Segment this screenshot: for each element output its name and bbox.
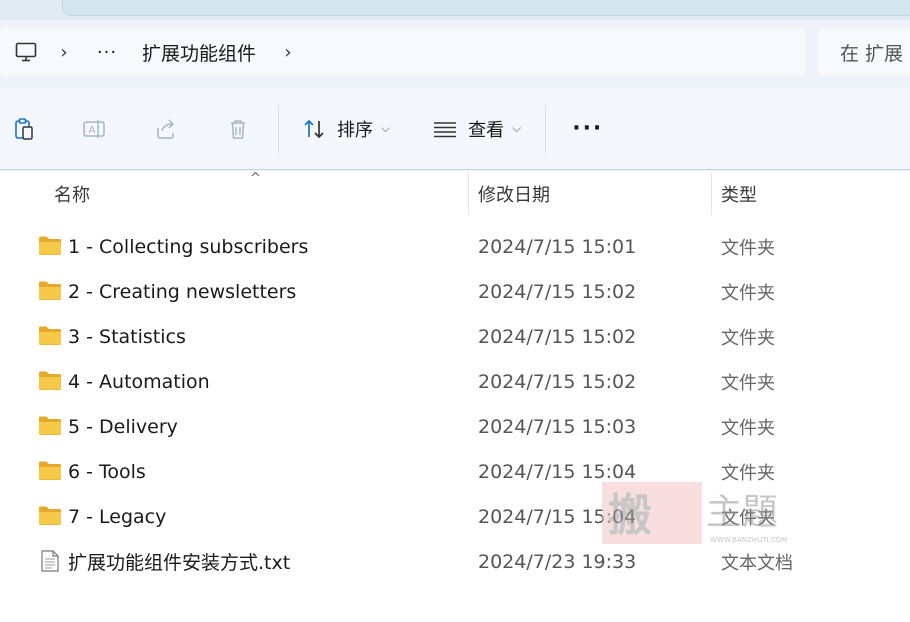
file-name: 2 - Creating newsletters: [68, 280, 297, 303]
file-rows: 1 - Collecting subscribers 2024/7/15 15:…: [0, 224, 910, 584]
column-divider[interactable]: [711, 173, 712, 215]
svg-text:A: A: [89, 125, 96, 136]
file-list-pane: ^ 名称 修改日期 类型 1 - Collecting subscribers …: [0, 171, 910, 622]
sort-ascending-icon: ^: [250, 171, 261, 186]
file-modified: 2024/7/15 15:02: [478, 280, 637, 303]
file-modified: 2024/7/15 15:03: [478, 415, 637, 438]
breadcrumb-current-folder[interactable]: 扩展功能组件: [128, 28, 266, 76]
address-row: › ··· 扩展功能组件 › 在 扩展: [0, 26, 910, 78]
file-row[interactable]: 1 - Collecting subscribers 2024/7/15 15:…: [0, 224, 910, 269]
file-type: 文本文档: [721, 552, 793, 574]
chevron-down-icon: ⌵: [381, 121, 391, 135]
sort-label: 排序: [337, 119, 373, 141]
file-modified: 2024/7/15 15:01: [478, 235, 637, 258]
sort-icon: [304, 119, 324, 138]
column-header-name[interactable]: 名称: [54, 171, 90, 217]
sort-button[interactable]: 排序 ⌵: [291, 105, 400, 153]
file-name: 5 - Delivery: [68, 415, 178, 438]
column-header-modified[interactable]: 修改日期: [478, 171, 550, 217]
chevron-down-icon: ⌵: [512, 121, 522, 135]
file-type: 文件夹: [721, 372, 775, 394]
text-file-icon: [41, 550, 59, 572]
breadcrumb[interactable]: › ··· 扩展功能组件 ›: [0, 28, 805, 76]
file-row[interactable]: 6 - Tools 2024/7/15 15:04 文件夹: [0, 449, 910, 494]
folder-icon: [39, 461, 61, 480]
file-name: 7 - Legacy: [68, 505, 167, 528]
delete-icon[interactable]: [214, 105, 262, 153]
file-name: 1 - Collecting subscribers: [68, 235, 309, 258]
breadcrumb-more-button[interactable]: ···: [86, 28, 128, 76]
active-tab[interactable]: [62, 0, 910, 16]
file-type: 文件夹: [721, 237, 775, 259]
rename-icon[interactable]: A: [70, 105, 118, 153]
share-icon[interactable]: [142, 105, 190, 153]
file-row[interactable]: 2 - Creating newsletters 2024/7/15 15:02…: [0, 269, 910, 314]
file-row[interactable]: 7 - Legacy 2024/7/15 15:04 文件夹: [0, 494, 910, 539]
column-divider[interactable]: [468, 173, 469, 215]
file-type: 文件夹: [721, 462, 775, 484]
more-options-button[interactable]: ···: [558, 105, 617, 153]
folder-icon: [39, 506, 61, 525]
file-row[interactable]: 3 - Statistics 2024/7/15 15:02 文件夹: [0, 314, 910, 359]
file-type: 文件夹: [721, 507, 775, 529]
command-bar: A 排序 ⌵ 查看 ⌵ ···: [0, 88, 910, 170]
folder-icon: [39, 236, 61, 255]
file-row[interactable]: 扩展功能组件安装方式.txt 2024/7/23 19:33 文本文档: [0, 539, 910, 584]
file-row[interactable]: 4 - Automation 2024/7/15 15:02 文件夹: [0, 359, 910, 404]
file-modified: 2024/7/15 15:02: [478, 370, 637, 393]
file-name: 3 - Statistics: [68, 325, 186, 348]
folder-icon: [39, 371, 61, 390]
file-type: 文件夹: [721, 417, 775, 439]
view-icon: [434, 121, 457, 137]
file-name: 6 - Tools: [68, 460, 146, 483]
file-modified: 2024/7/23 19:33: [478, 550, 637, 573]
file-name: 扩展功能组件安装方式.txt: [68, 552, 291, 574]
chevron-right-icon[interactable]: ›: [266, 28, 310, 76]
file-type: 文件夹: [721, 327, 775, 349]
file-name: 4 - Automation: [68, 370, 210, 393]
chevron-right-icon[interactable]: ›: [42, 28, 86, 76]
view-button[interactable]: 查看 ⌵: [422, 105, 531, 153]
toolbar-divider: [545, 104, 547, 153]
paste-icon[interactable]: [0, 105, 48, 153]
folder-icon: [39, 416, 61, 435]
folder-icon: [39, 326, 61, 345]
column-header: ^ 名称 修改日期 类型: [0, 171, 910, 217]
column-header-type[interactable]: 类型: [721, 171, 757, 217]
search-input[interactable]: 在 扩展: [818, 28, 910, 76]
file-type: 文件夹: [721, 282, 775, 304]
folder-icon: [39, 281, 61, 300]
view-label: 查看: [468, 119, 505, 141]
file-modified: 2024/7/15 15:04: [478, 505, 637, 528]
tab-strip: [0, 0, 910, 20]
file-modified: 2024/7/15 15:02: [478, 325, 637, 348]
toolbar-divider: [278, 104, 279, 153]
file-modified: 2024/7/15 15:04: [478, 460, 637, 483]
file-row[interactable]: 5 - Delivery 2024/7/15 15:03 文件夹: [0, 404, 910, 449]
this-pc-icon[interactable]: [0, 28, 42, 76]
